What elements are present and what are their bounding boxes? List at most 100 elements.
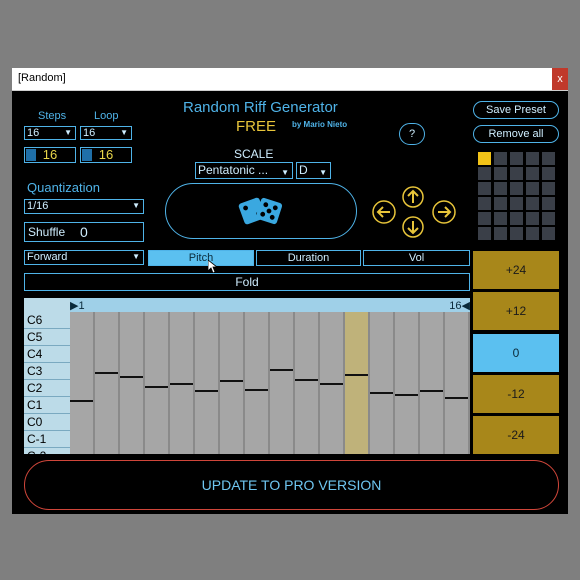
step-lane[interactable]: [345, 312, 370, 454]
preset-slot[interactable]: [526, 182, 539, 195]
step-lane[interactable]: [395, 312, 420, 454]
preset-slot[interactable]: [510, 152, 523, 165]
direction-select[interactable]: Forward ▼: [24, 250, 144, 265]
main-panel: Random Riff Generator FREE by Mario Niet…: [12, 91, 568, 514]
range-bar[interactable]: ▶1 16◀: [70, 298, 470, 312]
semitone-plus12-button[interactable]: +12: [473, 292, 559, 330]
preset-slot[interactable]: [542, 212, 555, 225]
step-lane[interactable]: [120, 312, 145, 454]
step-lane[interactable]: [370, 312, 395, 454]
preset-slot[interactable]: [478, 227, 491, 240]
preset-slot[interactable]: [526, 167, 539, 180]
preset-slot[interactable]: [510, 227, 523, 240]
loop-select[interactable]: 16 ▼: [80, 126, 132, 140]
preset-slot[interactable]: [526, 152, 539, 165]
step-value-marker[interactable]: [95, 372, 118, 374]
step-value-marker[interactable]: [345, 374, 368, 376]
preset-slot[interactable]: [494, 212, 507, 225]
preset-slot[interactable]: [478, 212, 491, 225]
loop-number[interactable]: 16: [80, 147, 132, 163]
step-value-marker[interactable]: [295, 379, 318, 381]
step-value-marker[interactable]: [370, 392, 393, 394]
step-value-marker[interactable]: [145, 386, 168, 388]
step-lane[interactable]: [445, 312, 470, 454]
step-value-marker[interactable]: [445, 397, 468, 399]
arrow-up-icon[interactable]: [402, 186, 424, 208]
preset-slot[interactable]: [526, 197, 539, 210]
step-value-marker[interactable]: [320, 383, 343, 385]
chevron-down-icon: ▼: [64, 128, 72, 137]
step-value-marker[interactable]: [120, 376, 143, 378]
preset-slot[interactable]: [478, 197, 491, 210]
step-value-marker[interactable]: [270, 369, 293, 371]
semitone-zero-button[interactable]: 0: [473, 334, 559, 372]
preset-slot[interactable]: [542, 152, 555, 165]
shuffle-value: 0: [80, 224, 88, 240]
preset-slot[interactable]: [494, 167, 507, 180]
step-value-marker[interactable]: [195, 390, 218, 392]
preset-slot[interactable]: [542, 227, 555, 240]
step-value-marker[interactable]: [395, 394, 418, 396]
remove-all-button[interactable]: Remove all: [473, 125, 559, 143]
preset-grid[interactable]: [478, 152, 563, 240]
key-select[interactable]: D ▼: [296, 162, 331, 179]
preset-slot[interactable]: [542, 197, 555, 210]
preset-slot[interactable]: [478, 152, 491, 165]
preset-slot[interactable]: [510, 182, 523, 195]
arrow-right-icon[interactable]: [432, 200, 456, 224]
step-lane[interactable]: [195, 312, 220, 454]
update-pro-button[interactable]: UPDATE TO PRO VERSION: [24, 460, 559, 510]
step-lane[interactable]: [245, 312, 270, 454]
preset-slot[interactable]: [510, 197, 523, 210]
step-lane[interactable]: [95, 312, 120, 454]
plugin-window: [Random] x Random Riff Generator FREE by…: [12, 68, 568, 514]
fold-button[interactable]: Fold: [24, 273, 470, 291]
step-value-marker[interactable]: [245, 389, 268, 391]
scale-select[interactable]: Pentatonic ... ▼: [195, 162, 293, 179]
preset-slot[interactable]: [494, 227, 507, 240]
scale-label: SCALE: [234, 147, 274, 161]
preset-slot[interactable]: [526, 212, 539, 225]
steps-select[interactable]: 16 ▼: [24, 126, 76, 140]
preset-slot[interactable]: [494, 197, 507, 210]
close-icon[interactable]: x: [552, 68, 568, 90]
step-lane[interactable]: [220, 312, 245, 454]
preset-slot[interactable]: [542, 182, 555, 195]
tab-vol[interactable]: Vol: [363, 250, 470, 266]
step-lane[interactable]: [170, 312, 195, 454]
help-button[interactable]: ?: [399, 123, 425, 145]
step-value-marker[interactable]: [220, 380, 243, 382]
step-lane[interactable]: [320, 312, 345, 454]
semitone-minus24-button[interactable]: -24: [473, 416, 559, 454]
step-lane[interactable]: [145, 312, 170, 454]
preset-slot[interactable]: [542, 167, 555, 180]
preset-slot[interactable]: [510, 167, 523, 180]
quantization-select[interactable]: 1/16 ▼: [24, 199, 144, 214]
arrow-down-icon[interactable]: [402, 216, 424, 238]
tab-duration[interactable]: Duration: [256, 250, 361, 266]
key-value: D: [299, 163, 308, 177]
semitone-plus24-button[interactable]: +24: [473, 251, 559, 289]
preset-slot[interactable]: [494, 152, 507, 165]
tab-pitch[interactable]: Pitch: [148, 250, 254, 266]
step-lane[interactable]: [295, 312, 320, 454]
preset-slot[interactable]: [494, 182, 507, 195]
step-lane[interactable]: [270, 312, 295, 454]
step-lane[interactable]: [70, 312, 95, 454]
step-value-marker[interactable]: [70, 400, 93, 402]
step-value-marker[interactable]: [170, 383, 193, 385]
range-end-handle[interactable]: 16◀: [449, 299, 470, 312]
shuffle-box[interactable]: Shuffle 0: [24, 222, 144, 242]
steps-number[interactable]: 16: [24, 147, 76, 163]
preset-slot[interactable]: [510, 212, 523, 225]
save-preset-button[interactable]: Save Preset: [473, 101, 559, 119]
preset-slot[interactable]: [478, 182, 491, 195]
randomize-button[interactable]: [165, 183, 357, 239]
step-lane[interactable]: [420, 312, 445, 454]
preset-slot[interactable]: [478, 167, 491, 180]
preset-slot[interactable]: [526, 227, 539, 240]
arrow-left-icon[interactable]: [372, 200, 396, 224]
semitone-minus12-button[interactable]: -12: [473, 375, 559, 413]
range-start-handle[interactable]: ▶1: [70, 299, 85, 312]
step-value-marker[interactable]: [420, 390, 443, 392]
